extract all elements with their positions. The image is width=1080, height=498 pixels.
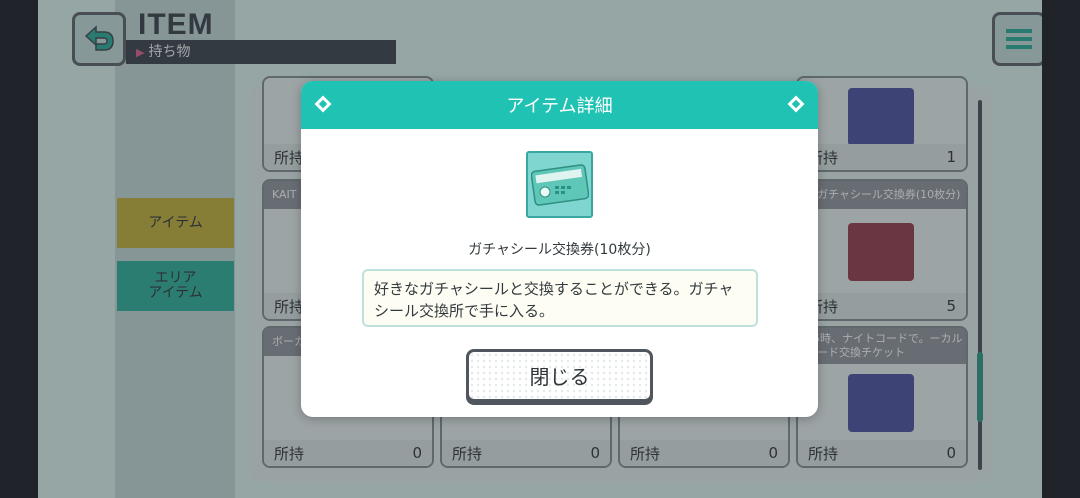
item-name: ガチャシール交換券(10枚分): [468, 242, 651, 258]
dialog-header: アイテム詳細: [301, 81, 818, 129]
screen-edge-right: [1042, 0, 1080, 498]
dialog-title: アイテム詳細: [506, 96, 613, 117]
screen-edge-left: [0, 0, 38, 498]
close-button[interactable]: 閉じる: [466, 349, 653, 402]
item-description: 好きなガチャシールと交換することができる。ガチャシール交換所で手に入る。: [362, 269, 758, 327]
diamond-icon: [314, 95, 332, 113]
game-screen: ITEM ▶ 持ち物 アイテム エリア アイテム 所持 所持 1 KAIT 所持…: [38, 0, 1042, 498]
close-button-label: 閉じる: [529, 365, 590, 389]
item-detail-dialog: アイテム詳細 ガチャシール交換券(10枚分) 好きなガチャシールと交換することが…: [301, 81, 818, 417]
ticket-graphic: [530, 163, 589, 206]
diamond-icon: [787, 95, 805, 113]
ticket-icon: [526, 151, 593, 218]
